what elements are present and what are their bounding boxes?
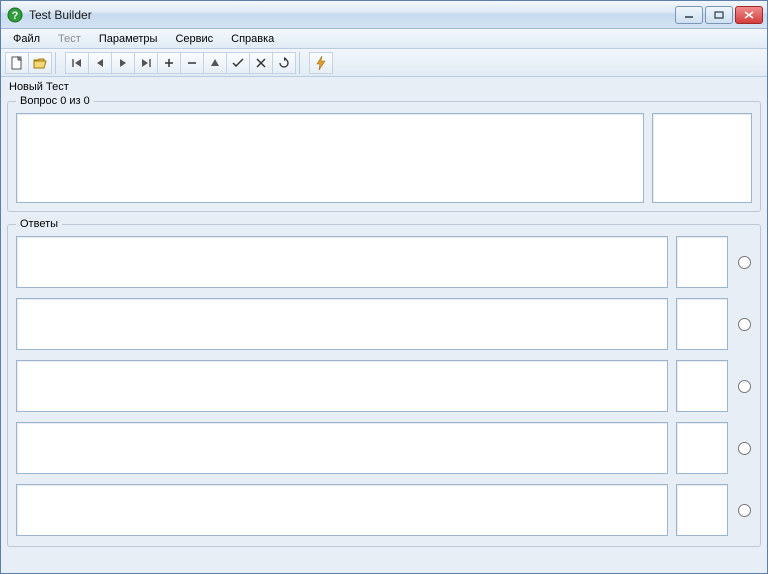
answer-row <box>16 484 752 536</box>
answer-row <box>16 360 752 412</box>
up-button[interactable] <box>203 52 227 74</box>
answer-correct-radio[interactable] <box>736 380 752 393</box>
question-text-input[interactable] <box>16 113 644 203</box>
app-window: ? Test Builder Файл Тест Параметры Серви… <box>0 0 768 574</box>
answer-correct-radio[interactable] <box>736 318 752 331</box>
x-icon <box>256 58 266 68</box>
answer-row <box>16 422 752 474</box>
remove-button[interactable] <box>180 52 204 74</box>
answers-label: Ответы <box>16 218 62 230</box>
run-button[interactable] <box>309 52 333 74</box>
question-counter-label: Вопрос 0 из 0 <box>16 95 94 107</box>
content-area: Новый Тест Вопрос 0 из 0 Ответы <box>1 77 767 573</box>
titlebar[interactable]: ? Test Builder <box>1 1 767 29</box>
answer-correct-radio[interactable] <box>736 256 752 269</box>
maximize-button[interactable] <box>705 6 733 24</box>
answer-image-box[interactable] <box>676 360 728 412</box>
add-button[interactable] <box>157 52 181 74</box>
answer-text-input[interactable] <box>16 360 668 412</box>
lightning-icon <box>316 56 326 70</box>
toolbar-separator <box>55 52 61 74</box>
answer-row <box>16 236 752 288</box>
menu-params[interactable]: Параметры <box>91 31 166 47</box>
next-button[interactable] <box>111 52 135 74</box>
answer-image-box[interactable] <box>676 484 728 536</box>
answers-group: Ответы <box>7 218 761 547</box>
new-button[interactable] <box>5 52 29 74</box>
next-icon <box>118 58 128 68</box>
last-icon <box>140 58 152 68</box>
answer-text-input[interactable] <box>16 298 668 350</box>
apply-button[interactable] <box>226 52 250 74</box>
app-icon: ? <box>7 7 23 23</box>
last-button[interactable] <box>134 52 158 74</box>
answer-image-box[interactable] <box>676 236 728 288</box>
minimize-button[interactable] <box>675 6 703 24</box>
check-icon <box>232 58 244 68</box>
refresh-icon <box>278 57 290 69</box>
prev-button[interactable] <box>88 52 112 74</box>
toolbar-separator <box>299 52 305 74</box>
answer-text-input[interactable] <box>16 236 668 288</box>
menubar: Файл Тест Параметры Сервис Справка <box>1 29 767 49</box>
new-file-icon <box>10 56 24 70</box>
answer-correct-radio[interactable] <box>736 442 752 455</box>
prev-icon <box>95 58 105 68</box>
cancel-button[interactable] <box>249 52 273 74</box>
answer-image-box[interactable] <box>676 298 728 350</box>
minus-icon <box>187 58 197 68</box>
first-button[interactable] <box>65 52 89 74</box>
plus-icon <box>164 58 174 68</box>
menu-help[interactable]: Справка <box>223 31 282 47</box>
answer-row <box>16 298 752 350</box>
menu-test[interactable]: Тест <box>50 31 89 47</box>
menu-file[interactable]: Файл <box>5 31 48 47</box>
window-title: Test Builder <box>29 8 675 22</box>
answer-image-box[interactable] <box>676 422 728 474</box>
question-group: Вопрос 0 из 0 <box>7 95 761 212</box>
menu-service[interactable]: Сервис <box>167 31 221 47</box>
first-icon <box>71 58 83 68</box>
refresh-button[interactable] <box>272 52 296 74</box>
new-test-label: Новый Тест <box>7 79 761 93</box>
answer-text-input[interactable] <box>16 484 668 536</box>
close-button[interactable] <box>735 6 763 24</box>
svg-text:?: ? <box>12 10 19 22</box>
window-controls <box>675 6 763 24</box>
open-folder-icon <box>33 56 47 70</box>
question-image-box[interactable] <box>652 113 752 203</box>
toolbar <box>1 49 767 77</box>
answer-correct-radio[interactable] <box>736 504 752 517</box>
open-button[interactable] <box>28 52 52 74</box>
answer-text-input[interactable] <box>16 422 668 474</box>
up-icon <box>210 58 220 68</box>
